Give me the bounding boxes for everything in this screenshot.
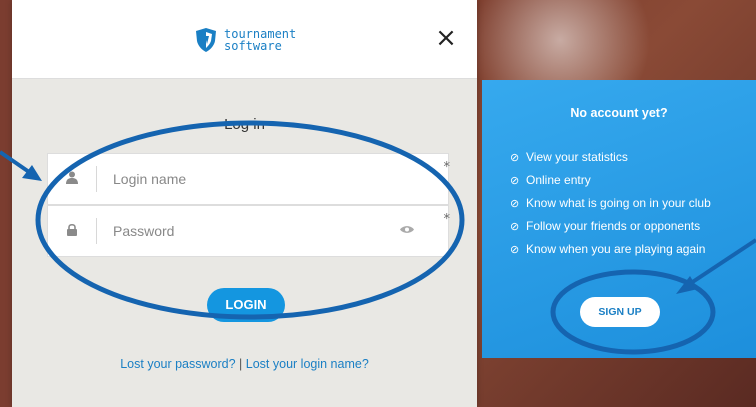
list-item: ⊘ Know what is going on in your club bbox=[510, 192, 711, 215]
close-button[interactable]: × bbox=[432, 24, 460, 52]
benefit-text: Follow your friends or opponents bbox=[526, 219, 701, 233]
logo-text: tournament software bbox=[224, 28, 296, 52]
password-input[interactable] bbox=[111, 210, 448, 252]
list-item: ⊘ Follow your friends or opponents bbox=[510, 215, 711, 238]
background-photo bbox=[0, 0, 12, 407]
benefit-text: View your statistics bbox=[526, 150, 628, 164]
check-circle-icon: ⊘ bbox=[510, 221, 520, 233]
benefits-list: ⊘ View your statistics ⊘ Online entry ⊘ Kno… bbox=[510, 146, 711, 261]
lost-login-name-link[interactable]: Lost your login name? bbox=[246, 357, 369, 371]
required-marker: * bbox=[443, 160, 451, 175]
dialog-header: tournament software × bbox=[12, 0, 477, 79]
login-title: Log in bbox=[224, 116, 265, 133]
recovery-links: Lost your password? | Lost your login na… bbox=[12, 357, 477, 371]
signup-title: No account yet? bbox=[570, 106, 668, 120]
check-circle-icon: ⊘ bbox=[510, 175, 520, 187]
list-item: ⊘ Online entry bbox=[510, 169, 711, 192]
login-button[interactable]: LOGIN bbox=[207, 288, 285, 322]
benefit-text: Online entry bbox=[526, 173, 591, 187]
link-separator: | bbox=[239, 357, 243, 371]
logo-line-2: software bbox=[224, 39, 282, 53]
check-circle-icon: ⊘ bbox=[510, 198, 520, 210]
login-name-field: * bbox=[47, 153, 451, 205]
login-name-input[interactable] bbox=[111, 158, 448, 200]
eye-icon[interactable] bbox=[400, 223, 414, 237]
check-circle-icon: ⊘ bbox=[510, 244, 520, 256]
user-icon bbox=[48, 171, 96, 188]
benefit-text: Know when you are playing again bbox=[526, 242, 706, 256]
signup-panel: No account yet? ⊘ View your statistics ⊘ O… bbox=[482, 80, 756, 358]
password-field: * bbox=[47, 205, 451, 257]
sign-up-button[interactable]: SIGN UP bbox=[580, 297, 660, 327]
lost-password-link[interactable]: Lost your password? bbox=[120, 357, 235, 371]
list-item: ⊘ View your statistics bbox=[510, 146, 711, 169]
required-marker: * bbox=[443, 212, 451, 227]
list-item: ⊘ Know when you are playing again bbox=[510, 238, 711, 261]
lock-icon bbox=[48, 223, 96, 240]
login-dialog: tournament software × Log in * * LOGIN L… bbox=[12, 0, 477, 407]
field-divider bbox=[96, 218, 97, 244]
field-divider bbox=[96, 166, 97, 192]
shield-logo-icon bbox=[196, 28, 216, 52]
tournament-software-logo: tournament software bbox=[195, 27, 296, 53]
check-circle-icon: ⊘ bbox=[510, 152, 520, 164]
benefit-text: Know what is going on in your club bbox=[526, 196, 711, 210]
